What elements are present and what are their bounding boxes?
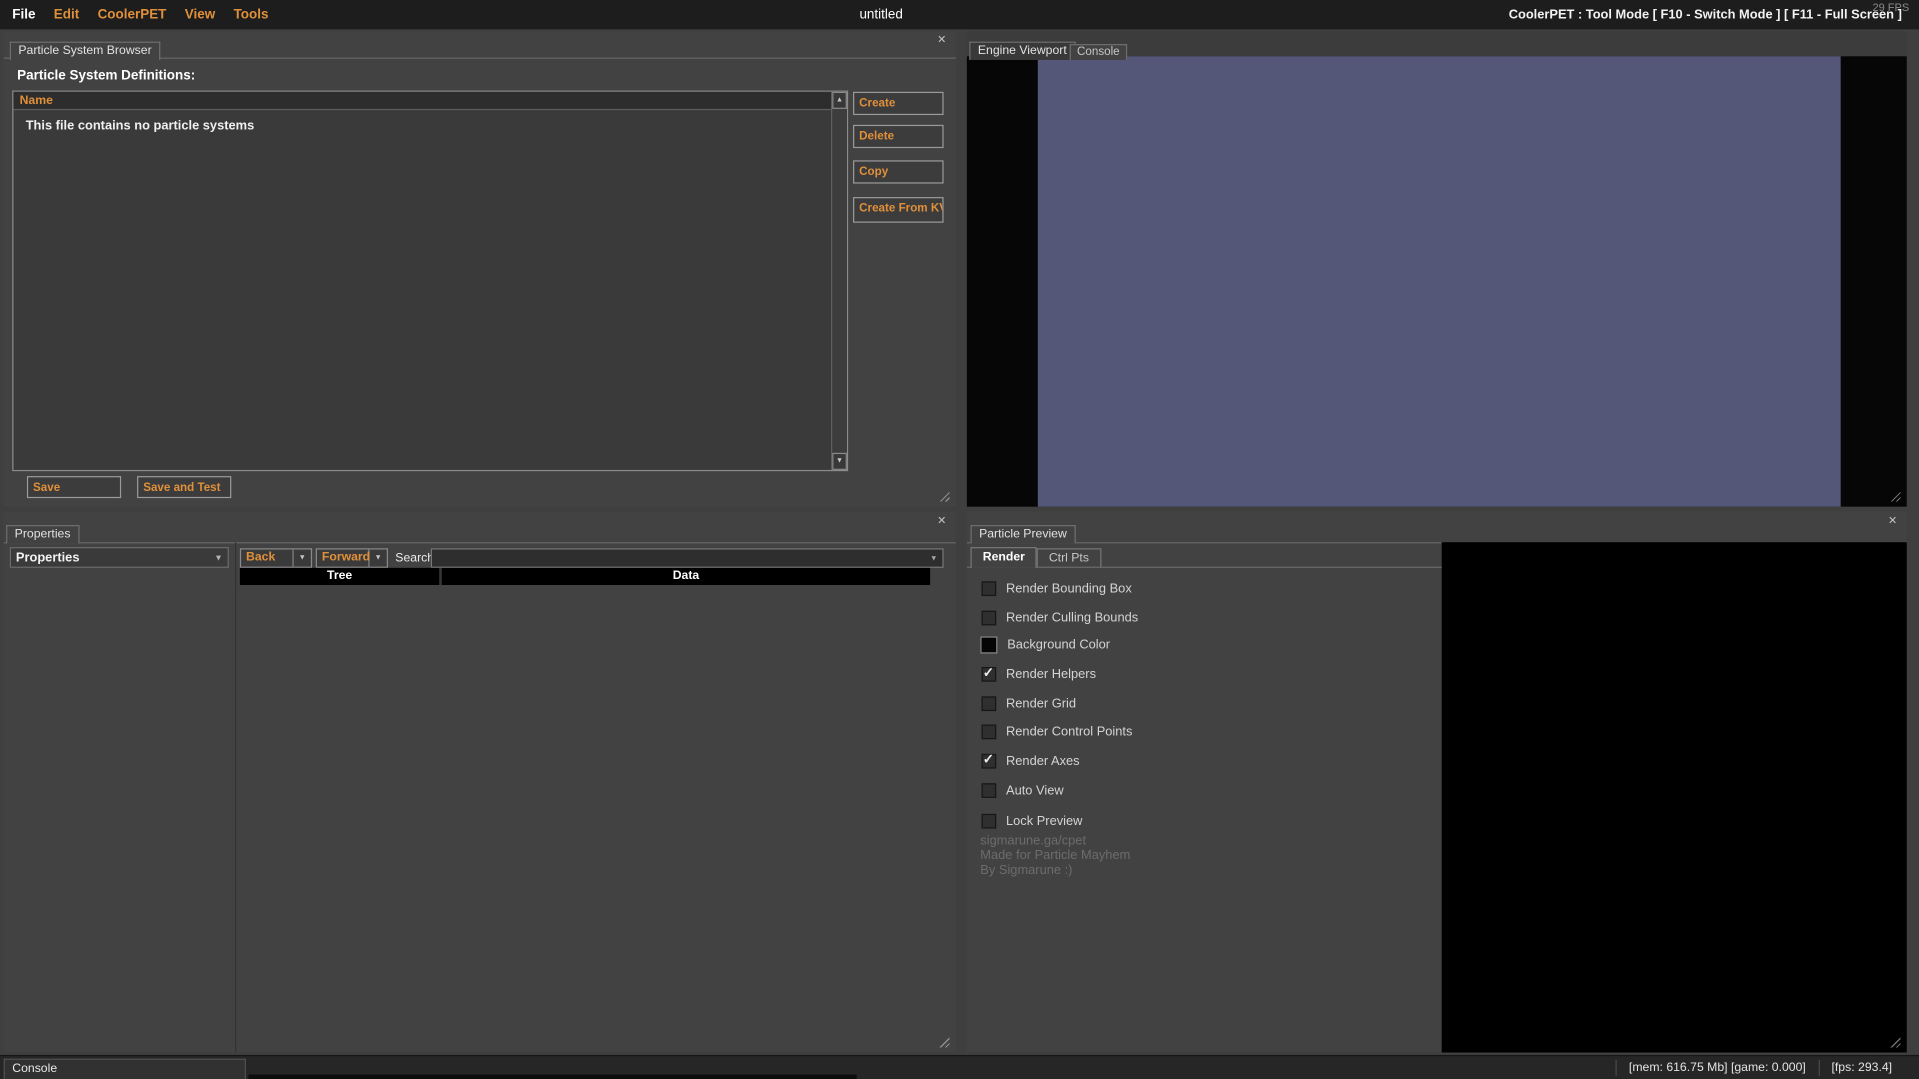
empty-list-message: This file contains no particle systems [25, 118, 255, 134]
option-lock-preview[interactable]: ✓ Lock Preview [981, 811, 1083, 831]
search-input[interactable]: ▼ [430, 548, 944, 568]
properties-mode-value: Properties [15, 550, 80, 566]
chevron-down-icon[interactable]: ▼ [369, 548, 388, 568]
menu-items: File Edit CoolerPET View Tools [12, 0, 268, 29]
tab-render[interactable]: Render [970, 547, 1038, 568]
option-label: Render Helpers [1006, 666, 1097, 682]
option-label: Render Culling Bounds [1006, 610, 1139, 626]
viewport-render-surface[interactable] [1037, 56, 1841, 507]
menu-tools[interactable]: Tools [234, 7, 269, 22]
render-culling-bounds-checkbox[interactable]: ✓ [981, 610, 997, 626]
render-helpers-checkbox[interactable]: ✓ [981, 665, 997, 682]
status-underline [248, 1074, 857, 1079]
document-title: untitled [859, 7, 903, 23]
create-button[interactable]: Create [853, 91, 944, 116]
status-bar: Console [mem: 616.75 Mb] [game: 0.000] [… [0, 1054, 1919, 1079]
panel-divider[interactable] [234, 542, 237, 1053]
option-auto-view[interactable]: ✓ Auto View [981, 781, 1064, 801]
option-label: Auto View [1006, 783, 1064, 798]
tab-underline [966, 566, 1442, 568]
tab-properties[interactable]: Properties [6, 525, 80, 544]
particle-systems-list[interactable]: Name This file contains no particle syst… [12, 90, 849, 472]
option-render-grid[interactable]: ✓ Render Grid [981, 694, 1077, 714]
scroll-up-glyph: ▲ [835, 96, 844, 105]
render-control-points-checkbox[interactable]: ✓ [981, 724, 997, 740]
menu-file[interactable]: File [12, 7, 35, 22]
tab-ctrl-pts[interactable]: Ctrl Pts [1036, 548, 1102, 568]
properties-panel: ✕ Properties Properties ▼ Back ▼ Forward… [3, 511, 956, 1053]
copy-button[interactable]: Copy [853, 160, 944, 184]
list-column-name[interactable]: Name [13, 91, 831, 111]
back-combobox[interactable]: Back ▼ [239, 548, 313, 568]
menu-view[interactable]: View [185, 7, 215, 22]
close-icon[interactable]: ✕ [934, 513, 950, 528]
forward-combobox[interactable]: Forward ▼ [315, 548, 388, 568]
particle-preview-panel: ✕ Particle Preview Render Ctrl Pts ✓ Ren… [966, 511, 1907, 1053]
option-label: Background Color [1007, 637, 1111, 653]
scroll-up-icon[interactable]: ▲ [832, 91, 847, 109]
tab-particle-system-browser[interactable]: Particle System Browser [9, 41, 161, 60]
credit-author: By Sigmarune :) [980, 862, 1073, 878]
background-color-swatch[interactable] [980, 636, 998, 654]
dropdown-glyph: ▼ [298, 554, 306, 562]
status-readouts: [mem: 616.75 Mb] [game: 0.000] [fps: 293… [1615, 1056, 1904, 1079]
option-render-control-points[interactable]: ✓ Render Control Points [981, 722, 1133, 742]
create-from-kv-button[interactable]: Create From KV [853, 197, 944, 223]
scroll-down-glyph: ▼ [835, 457, 844, 466]
auto-view-checkbox[interactable]: ✓ [981, 783, 997, 798]
app-window: File Edit CoolerPET View Tools untitled … [0, 0, 1919, 1079]
properties-panel-body [3, 542, 956, 1053]
particle-preview-viewport[interactable] [1441, 542, 1907, 1053]
check-icon: ✓ [982, 665, 995, 681]
tab-particle-preview[interactable]: Particle Preview [970, 525, 1076, 544]
chevron-down-icon[interactable]: ▼ [930, 556, 937, 563]
close-icon[interactable]: ✕ [934, 32, 950, 47]
particle-system-browser-panel: ✕ Particle System Browser Particle Syste… [3, 31, 956, 507]
engine-viewport-area[interactable] [966, 56, 1907, 507]
tool-mode-text: CoolerPET : Tool Mode [ F10 - Switch Mod… [1508, 7, 1902, 23]
save-button[interactable]: Save [26, 476, 122, 499]
list-scrollbar[interactable]: ▲ ▼ [830, 91, 847, 470]
credit-url: sigmarune.ga/cpet [980, 833, 1087, 849]
close-icon[interactable]: ✕ [1885, 513, 1901, 528]
column-header-data[interactable]: Data [440, 567, 931, 586]
back-button[interactable]: Back [239, 548, 294, 568]
lock-preview-checkbox[interactable]: ✓ [981, 813, 997, 829]
tab-engine-viewport[interactable]: Engine Viewport [969, 41, 1076, 60]
render-grid-checkbox[interactable]: ✓ [981, 696, 997, 712]
render-axes-checkbox[interactable]: ✓ [981, 752, 997, 769]
chevron-down-icon: ▼ [214, 554, 223, 563]
properties-mode-select[interactable]: Properties ▼ [9, 547, 229, 568]
menu-coolerpet[interactable]: CoolerPET [98, 7, 167, 22]
dropdown-glyph: ▼ [374, 554, 382, 562]
forward-button[interactable]: Forward [315, 548, 370, 568]
option-label: Render Control Points [1006, 724, 1133, 740]
tab-console[interactable]: Console [1069, 44, 1127, 60]
status-console-tab[interactable]: Console [3, 1058, 246, 1079]
option-render-bounding-box[interactable]: ✓ Render Bounding Box [981, 579, 1132, 599]
engine-viewport-panel: Engine Viewport Console [966, 31, 1907, 507]
menu-bar: File Edit CoolerPET View Tools untitled … [0, 0, 1919, 30]
option-render-culling-bounds[interactable]: ✓ Render Culling Bounds [981, 608, 1139, 628]
credit-made-for: Made for Particle Mayhem [980, 848, 1131, 863]
render-bounding-box-checkbox[interactable]: ✓ [981, 581, 997, 597]
save-and-test-button[interactable]: Save and Test [137, 476, 232, 499]
option-label: Lock Preview [1006, 813, 1083, 829]
option-render-axes[interactable]: ✓ Render Axes [981, 751, 1080, 771]
option-label: Render Axes [1006, 753, 1080, 769]
menu-edit[interactable]: Edit [54, 7, 79, 22]
chevron-down-icon[interactable]: ▼ [293, 548, 313, 568]
option-background-color[interactable]: Background Color [980, 635, 1110, 655]
scroll-down-icon[interactable]: ▼ [832, 452, 847, 470]
option-label: Render Bounding Box [1006, 581, 1132, 597]
delete-button[interactable]: Delete [853, 124, 944, 149]
column-header-tree[interactable]: Tree [239, 567, 440, 586]
definitions-heading: Particle System Definitions: [17, 68, 196, 84]
check-icon: ✓ [982, 752, 995, 768]
option-render-helpers[interactable]: ✓ Render Helpers [981, 665, 1097, 685]
mem-game-readout: [mem: 616.75 Mb] [game: 0.000] [1615, 1059, 1818, 1076]
option-label: Render Grid [1006, 696, 1077, 712]
fps-readout: [fps: 293.4] [1818, 1059, 1904, 1076]
